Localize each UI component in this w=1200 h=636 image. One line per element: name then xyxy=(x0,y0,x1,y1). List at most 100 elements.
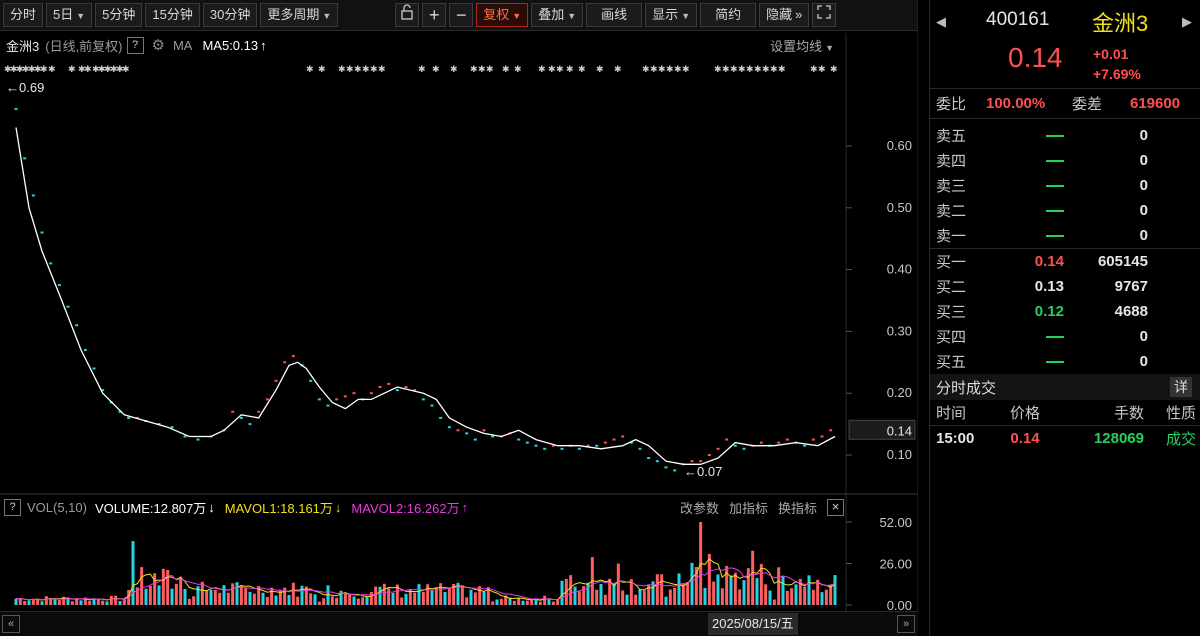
candle-mark xyxy=(543,447,547,450)
volume-bar xyxy=(460,585,464,605)
volume-bar xyxy=(616,563,620,605)
candle-mark xyxy=(309,379,313,382)
high-annotation: ←0.69 xyxy=(6,80,44,95)
close-icon[interactable]: × xyxy=(827,498,844,516)
event-marker-icon: ✱ xyxy=(432,64,440,74)
volume-bar xyxy=(274,595,278,605)
candle-mark xyxy=(31,194,35,197)
event-marker-icon: ✱ xyxy=(362,64,370,74)
volume-header: ? VOL(5,10) VOLUME:12.807万 ↓ MAVOL1:18.1… xyxy=(0,496,846,518)
volume-bar xyxy=(642,590,646,605)
event-marker-icon: ✱ xyxy=(746,64,754,74)
sell-orders: 卖五 0 卖四 0 卖三 0 卖二 0 卖一 0 xyxy=(930,118,1200,248)
volume-tick-label: 26.00 xyxy=(879,557,912,572)
event-marker-icon: ✱ xyxy=(614,64,622,74)
volume-bar xyxy=(491,601,495,605)
volume-bar xyxy=(794,584,798,605)
candle-mark xyxy=(335,398,339,401)
switch-indicator-button[interactable]: 换指标 xyxy=(778,498,817,517)
candle-mark xyxy=(473,438,477,441)
volume-bar xyxy=(816,579,820,605)
event-marker-icon: ✱ xyxy=(470,64,478,74)
event-marker-icon: ✱ xyxy=(40,64,48,74)
volume-bar xyxy=(569,575,573,605)
order-row-sell4: 卖四 0 xyxy=(936,152,1148,170)
volume-bar xyxy=(426,584,430,605)
low-annotation: ←0.07 xyxy=(684,464,722,479)
candle-mark xyxy=(742,447,746,450)
scroll-left-button[interactable]: « xyxy=(2,615,20,633)
volume-bar xyxy=(174,583,178,605)
volume-value: VOLUME:12.807万 xyxy=(94,500,207,516)
candle-mark xyxy=(395,389,399,392)
next-stock-icon[interactable]: ▶ xyxy=(1182,14,1192,30)
scroll-right-button[interactable]: » xyxy=(897,615,915,633)
volume-bar xyxy=(439,583,443,605)
event-marker-icon: ✱ xyxy=(450,64,458,74)
volume-bar xyxy=(140,567,144,605)
dash-icon xyxy=(1046,336,1064,339)
candle-mark xyxy=(274,379,278,382)
event-marker-icon: ✱ xyxy=(770,64,778,74)
volume-bar xyxy=(660,574,664,605)
candle-mark xyxy=(517,438,521,441)
volume-bar xyxy=(270,587,274,605)
volume-bar xyxy=(382,583,386,605)
candle-mark xyxy=(655,460,659,463)
volume-bar xyxy=(586,582,590,605)
volume-bar xyxy=(707,553,711,605)
volume-bar xyxy=(391,592,395,605)
mavol2-arrow-icon: ↑ xyxy=(461,499,469,515)
detail-button[interactable]: 详 xyxy=(1170,377,1192,397)
current-price-label: 0.14 xyxy=(887,423,912,438)
event-marker-icon: ✱ xyxy=(818,64,826,74)
event-marker-icon: ✱ xyxy=(84,64,92,74)
volume-bar xyxy=(621,590,625,605)
help-icon[interactable]: ? xyxy=(4,498,21,516)
volume-indicator-label: VOL(5,10) xyxy=(27,499,87,515)
edit-params-button[interactable]: 改参数 xyxy=(680,498,719,517)
dash-icon xyxy=(1046,185,1064,188)
candle-mark xyxy=(439,416,443,419)
volume-bar xyxy=(820,592,824,605)
volume-tools: 改参数 加指标 换指标 × xyxy=(670,496,844,518)
ma5-line xyxy=(15,127,836,465)
candle-mark xyxy=(785,438,789,441)
volume-bar xyxy=(577,591,581,605)
volume-bar xyxy=(755,578,759,605)
volume-bar xyxy=(768,590,772,605)
add-indicator-button[interactable]: 加指标 xyxy=(729,498,768,517)
volume-bar xyxy=(543,595,547,605)
candle-mark xyxy=(404,386,408,389)
volume-bar xyxy=(400,597,404,605)
volume-bar xyxy=(625,594,629,605)
dash-icon xyxy=(1046,210,1064,213)
volume-bar xyxy=(573,586,577,605)
price-tick-label: 0.20 xyxy=(887,385,912,400)
event-marker-icon: ✱ xyxy=(810,64,818,74)
volume-bar xyxy=(300,585,304,605)
volume-bar xyxy=(443,591,447,605)
volume-bar xyxy=(313,594,317,605)
candle-mark xyxy=(456,429,460,432)
dash-icon xyxy=(1046,361,1064,364)
volume-bar xyxy=(296,596,300,605)
volume-bar xyxy=(157,585,161,605)
volume-bar xyxy=(807,575,811,605)
volume-arrow-icon: ↓ xyxy=(208,499,215,515)
price-tick-label: 0.30 xyxy=(887,323,912,338)
event-marker-icon: ✱ xyxy=(682,64,690,74)
mavol2-value: MAVOL2:16.262万 xyxy=(351,500,460,516)
order-ratio-label: 委比 xyxy=(936,96,967,113)
last-price: 0.14 xyxy=(1008,42,1063,73)
volume-bar xyxy=(192,596,196,605)
volume-bar xyxy=(556,599,560,605)
quote-panel: ◀ 400161 金洲3 ▶ 0.14 +0.01 +7.69% 委比 100.… xyxy=(929,0,1200,636)
volume-bar xyxy=(374,586,378,605)
volume-bar xyxy=(335,597,339,605)
prev-stock-icon[interactable]: ◀ xyxy=(936,14,946,30)
volume-bar xyxy=(517,597,521,605)
price-chart[interactable]: 0.600.500.400.300.200.100.14 ✱✱✱✱✱✱✱ ✱ ✱ ✱✱… xyxy=(0,0,918,611)
event-marker-icon: ✱ xyxy=(730,64,738,74)
volume-bar xyxy=(421,591,425,605)
